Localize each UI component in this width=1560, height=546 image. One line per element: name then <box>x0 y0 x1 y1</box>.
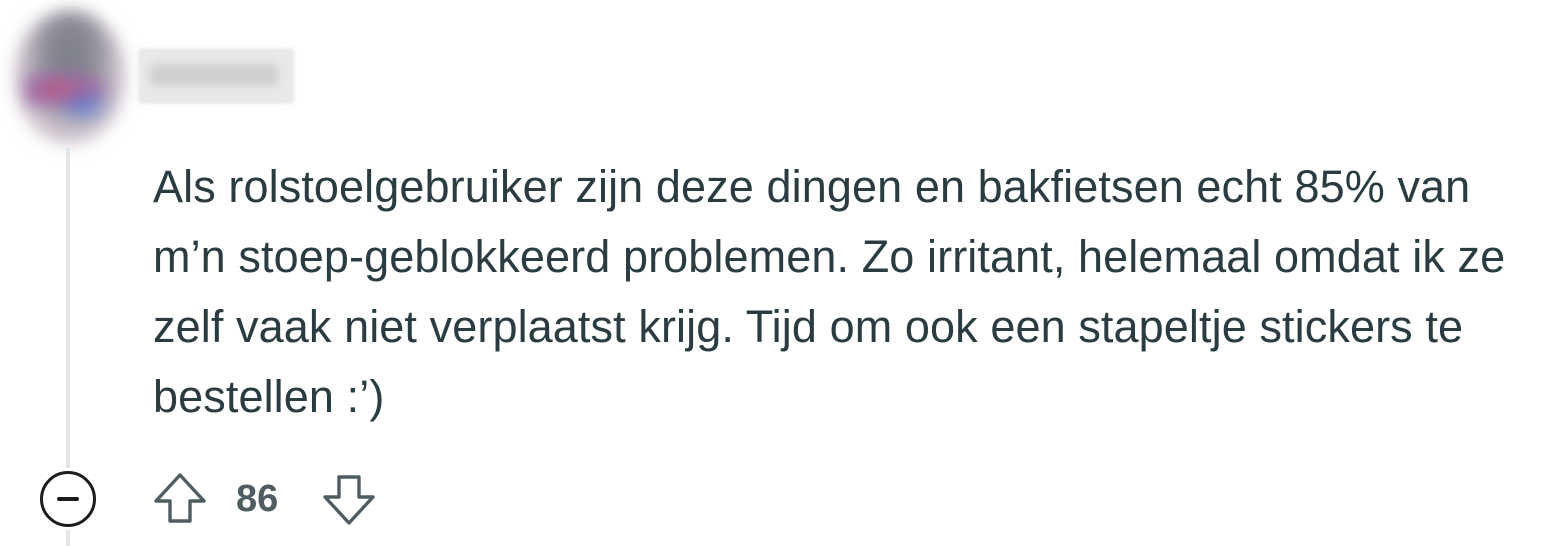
comment-body: Als rolstoelgebruiker zijn deze dingen e… <box>153 161 1506 422</box>
arrow-down-outline-icon <box>323 475 375 525</box>
username-text: username <box>150 64 278 86</box>
arrow-up-outline-icon <box>154 473 206 523</box>
username[interactable]: username <box>138 48 294 104</box>
vote-score: 86 <box>236 478 279 520</box>
thread-line[interactable] <box>66 148 70 468</box>
collapse-button[interactable] <box>40 471 96 527</box>
avatar[interactable] <box>14 10 126 144</box>
downvote-button[interactable] <box>321 471 377 527</box>
thread-line-continuation <box>66 530 70 546</box>
upvote-button[interactable] <box>152 471 208 527</box>
